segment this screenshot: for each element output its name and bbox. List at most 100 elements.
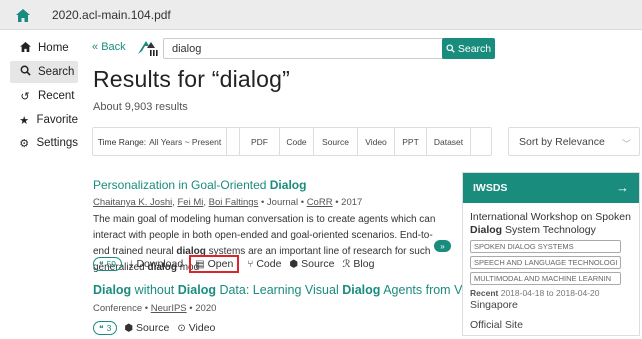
search-icon	[446, 44, 455, 53]
official-site-link[interactable]: Official Site	[470, 319, 631, 331]
venue-link[interactable]: NeurIPS	[151, 303, 187, 314]
sidebar-item-search[interactable]: Search	[10, 61, 78, 83]
action-label: Open	[207, 258, 234, 270]
top-bar: 2020.acl-main.104.pdf	[0, 0, 642, 30]
separator: •	[144, 303, 149, 314]
file-icon: ▤	[195, 258, 205, 270]
filter-bar: Time Range: All Years ~ Present PDF Code…	[92, 127, 492, 156]
title-highlight: Dialog	[177, 283, 216, 297]
citation-badge[interactable]: ❝ 59	[93, 257, 123, 271]
main-content: « Back Search Results for “dialog” About…	[82, 30, 642, 339]
expand-abstract-button[interactable]: »	[434, 240, 451, 252]
separator: •	[260, 197, 265, 208]
code-branch-icon: ⑂	[247, 258, 254, 270]
citation-badge[interactable]: ❝ 3	[93, 321, 118, 335]
sidebar-item-settings[interactable]: ⚙ Settings	[10, 132, 78, 154]
venue-card-header[interactable]: IWSDS →	[463, 173, 639, 203]
source-button[interactable]: ⬢ Source	[124, 322, 169, 334]
author-link[interactable]: Boi Faltings	[209, 197, 259, 208]
desc-text: System Technology	[502, 224, 596, 236]
citation-count: 59	[106, 259, 117, 269]
time-range-key: Time Range:	[97, 136, 147, 147]
download-button[interactable]: ⤓ Download	[129, 258, 183, 270]
filter-pdf[interactable]: PDF	[239, 128, 280, 155]
result-actions: ❝ 59 ⤓ Download ▤ Open ⑂ Code ⬢ Source ℛ…	[93, 255, 382, 273]
history-icon: ↺	[20, 90, 30, 103]
home-icon	[15, 8, 30, 22]
video-button[interactable]: ⊙ Video	[177, 322, 215, 334]
back-button[interactable]: « Back	[92, 41, 126, 53]
filter-video[interactable]: Video	[358, 128, 395, 155]
blog-button[interactable]: ℛ Blog	[342, 258, 374, 270]
action-label: Blog	[353, 258, 375, 270]
citation-count: 3	[106, 323, 112, 333]
search-button[interactable]: Search	[442, 38, 495, 59]
acl-logo	[137, 38, 159, 58]
sidebar-item-label: Home	[38, 42, 69, 54]
sidebar-item-favorite[interactable]: ★ Favorite	[10, 109, 78, 131]
author-link[interactable]: Chaitanya K. Joshi	[93, 197, 172, 208]
action-label: Code	[256, 258, 282, 270]
venue-recent: Recent 2018-04-18 to 2018-04-20	[470, 288, 631, 298]
venue-card: IWSDS → International Workshop on Spoken…	[462, 172, 640, 336]
separator: •	[300, 197, 305, 208]
open-button[interactable]: ▤ Open	[189, 255, 240, 273]
result-title-link[interactable]: Dialog without Dialog Data: Learning Vis…	[93, 283, 510, 297]
rss-icon: ℛ	[342, 258, 351, 270]
year: 2017	[341, 197, 363, 208]
filter-code[interactable]: Code	[280, 128, 314, 155]
sidebar-item-recent[interactable]: ↺ Recent	[10, 85, 78, 107]
sidebar-item-label: Search	[38, 66, 75, 78]
sort-select[interactable]: Sort by Relevance ﹀	[508, 127, 640, 156]
venue-tag[interactable]: SPEECH AND LANGUAGE TECHNOLOGI	[470, 256, 621, 269]
source-button[interactable]: ⬢ Source	[289, 258, 334, 270]
year: 2020	[195, 303, 217, 314]
code-button[interactable]: ⑂ Code	[247, 258, 281, 270]
result-title-link[interactable]: Personalization in Goal-Oriented Dialog	[93, 178, 306, 192]
search-button-label: Search	[457, 42, 492, 55]
filter-dataset[interactable]: Dataset	[427, 128, 471, 155]
search-input[interactable]	[164, 39, 477, 58]
result-meta: Conference • NeurIPS • 2020	[93, 303, 216, 314]
quote-icon: ❝	[99, 258, 104, 269]
venue-link[interactable]: CoRR	[307, 197, 333, 208]
chevron-down-icon: ﹀	[621, 139, 631, 149]
separator: •	[189, 303, 193, 314]
double-chevron-right-icon: »	[440, 241, 445, 251]
sidebar: Home Search ↺ Recent ★ Favorite ⚙ Settin…	[0, 30, 82, 339]
action-label: Source	[301, 258, 335, 270]
filter-ppt[interactable]: PPT	[395, 128, 427, 155]
venue-tag[interactable]: SPOKEN DIALOG SYSTEMS	[470, 240, 621, 253]
action-label: Download	[136, 258, 184, 270]
star-icon: ★	[19, 114, 30, 127]
search-field[interactable]	[163, 38, 477, 59]
source-icon: ⬢	[124, 322, 134, 334]
action-label: Source	[136, 322, 170, 334]
separator: •	[335, 197, 339, 208]
play-circle-icon: ⊙	[177, 322, 186, 334]
arrow-right-icon: →	[616, 180, 629, 195]
desc-text: International Workshop on Spoken	[470, 211, 631, 223]
page-title: Results for “dialog”	[93, 66, 291, 92]
download-icon: ⤓	[129, 258, 134, 270]
venue-description: International Workshop on Spoken Dialog …	[470, 211, 631, 237]
venue-tag[interactable]: MULTIMODAL AND MACHINE LEARNIN	[470, 272, 621, 285]
result-actions: ❝ 3 ⬢ Source ⊙ Video	[93, 320, 223, 336]
time-range-filter[interactable]: Time Range: All Years ~ Present	[93, 128, 227, 155]
document-title: 2020.acl-main.104.pdf	[52, 8, 171, 22]
author-link[interactable]: Fei Mi	[178, 197, 204, 208]
search-icon	[18, 65, 32, 79]
sidebar-item-label: Settings	[36, 137, 78, 149]
double-chevron-left-icon: «	[92, 41, 99, 53]
quote-icon: ❝	[99, 322, 104, 333]
venue-location: Singapore	[470, 299, 518, 311]
gear-icon: ⚙	[19, 137, 30, 150]
source-icon: ⬢	[289, 258, 299, 270]
sort-value: Sort by Relevance	[519, 135, 605, 148]
time-range-value: All Years ~ Present	[149, 136, 222, 147]
home-button[interactable]	[3, 3, 42, 27]
back-label: Back	[101, 41, 126, 53]
filter-source[interactable]: Source	[314, 128, 358, 155]
sidebar-item-home[interactable]: Home	[10, 37, 78, 59]
result-meta: Chaitanya K. Joshi, Fei Mi, Boi Faltings…	[93, 197, 363, 208]
